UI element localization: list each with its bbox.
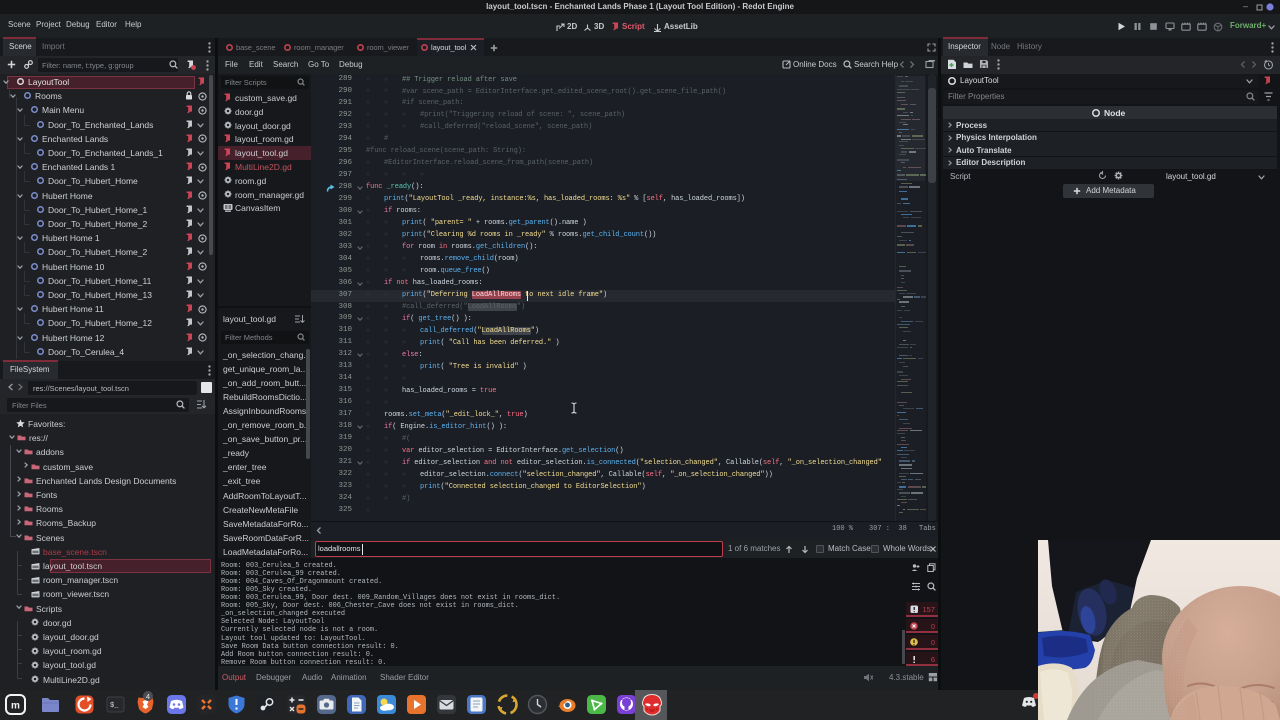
- svg-text:$_: $_: [110, 702, 119, 710]
- svg-text:4: 4: [146, 692, 150, 701]
- svg-text:m: m: [11, 701, 20, 712]
